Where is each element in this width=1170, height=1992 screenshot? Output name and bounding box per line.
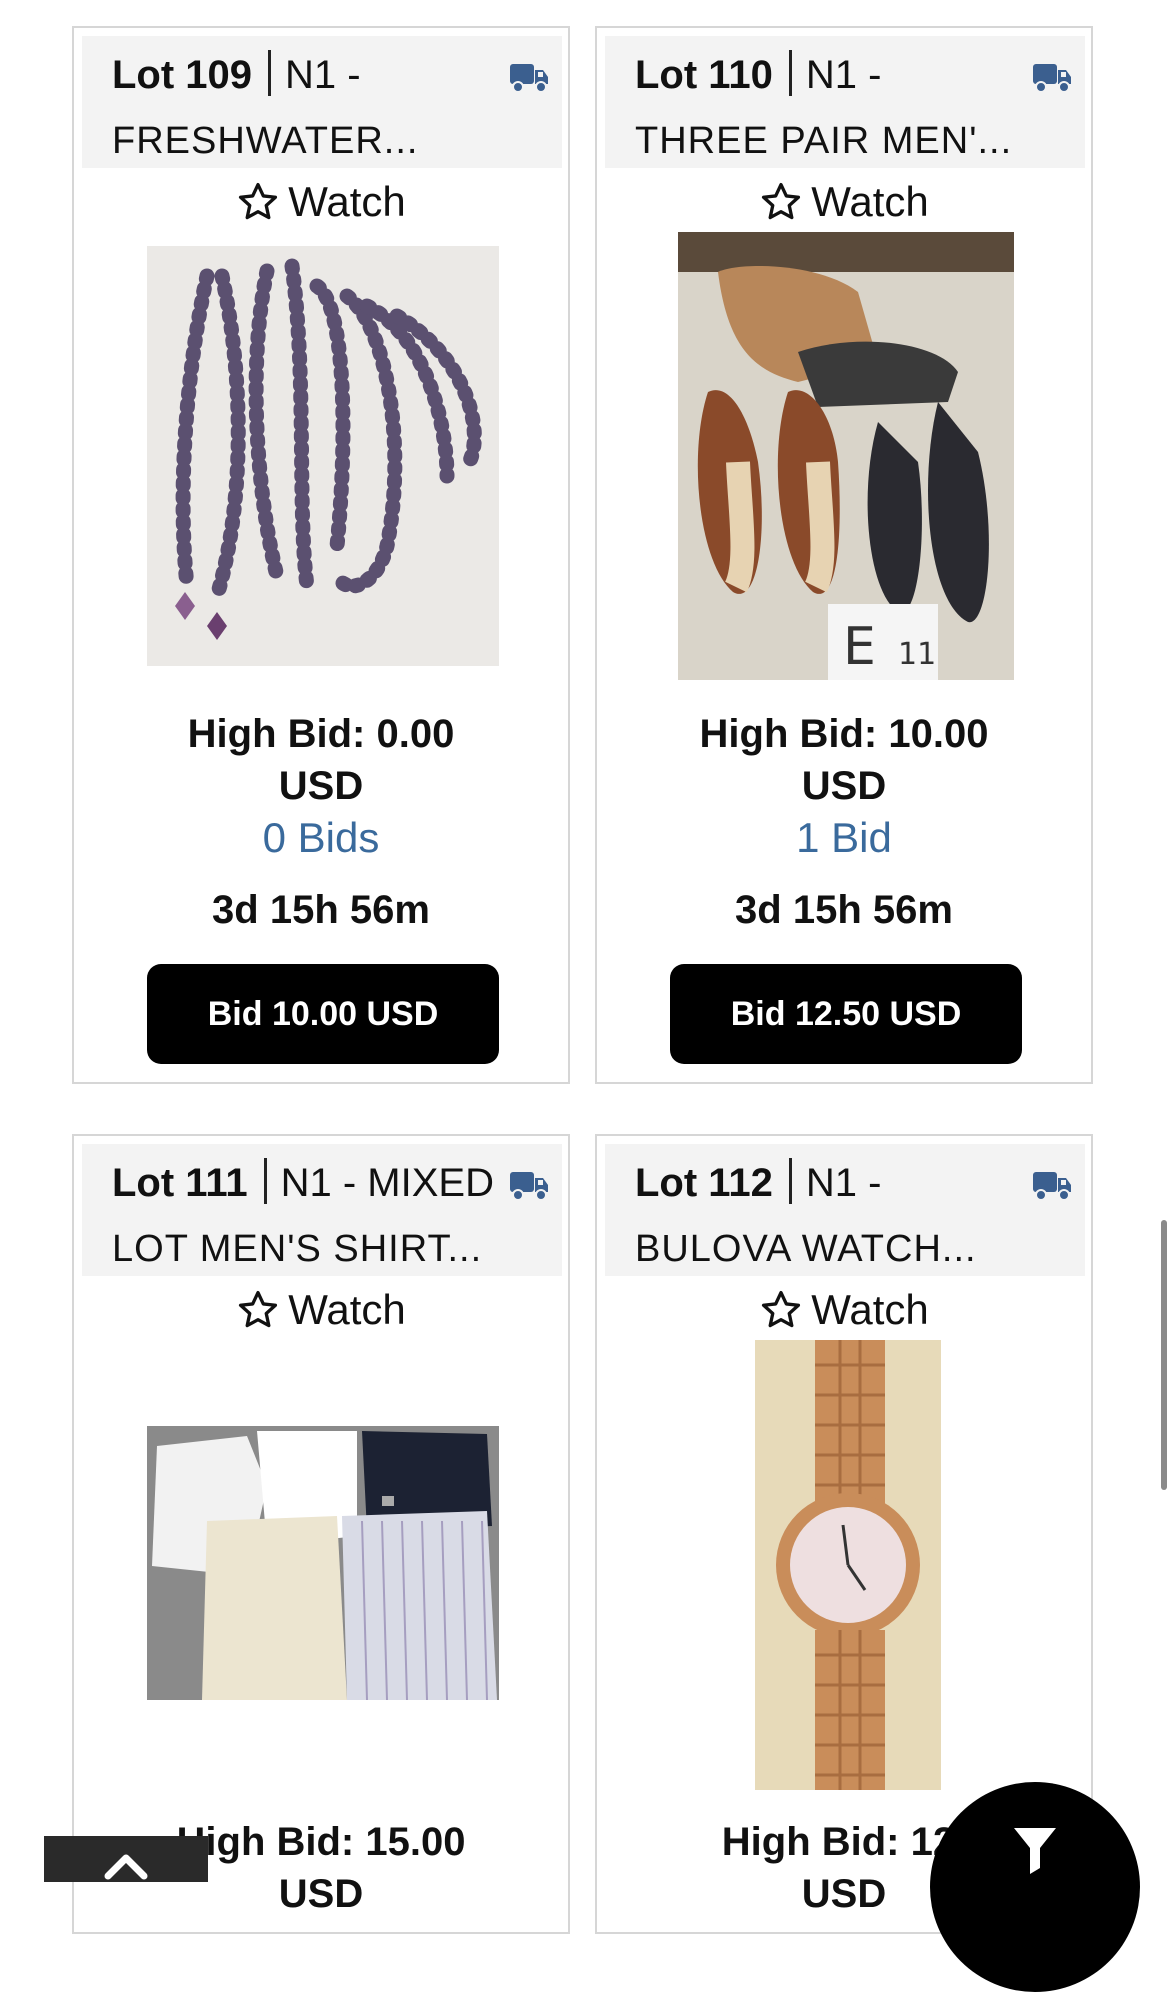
high-bid: High Bid: 0.00 USD [187, 712, 455, 808]
lot-title-line2: FRESHWATER... [112, 120, 419, 162]
time-remaining: 3d 15h 56m [735, 888, 953, 932]
divider [788, 50, 792, 96]
lot-title-line2: LOT MEN'S SHIRT... [112, 1228, 483, 1270]
lot-header[interactable]: Lot 111 N1 - MIXED LOT MEN'S SHIRT... [82, 1144, 562, 1276]
lot-card[interactable]: Lot 110 N1 - THREE PAIR MEN'... Watch E 1… [595, 26, 1093, 1084]
lot-number: Lot 110 [635, 53, 773, 97]
watch-label: Watch [811, 178, 929, 225]
divider [788, 1158, 792, 1204]
svg-text:11: 11 [898, 637, 936, 672]
watch-label: Watch [288, 178, 406, 225]
watch-label: Watch [811, 1286, 929, 1333]
lot-header[interactable]: Lot 112 N1 - BULOVA WATCH... [605, 1144, 1085, 1276]
lot-title: Lot 110 N1 - [635, 50, 881, 98]
truck-icon [1033, 1172, 1071, 1201]
divider [268, 50, 272, 96]
bid-count-link[interactable]: 0 Bids [74, 814, 568, 862]
time-remaining: 3d 15h 56m [212, 888, 430, 932]
lot-title: Lot 111 N1 - MIXED [112, 1158, 494, 1206]
svg-text:E: E [843, 617, 876, 677]
scroll-to-top-button[interactable] [44, 1836, 208, 1882]
lot-card[interactable]: Lot 109 N1 - FRESHWATER... Watch High Bi… [72, 26, 570, 1084]
lot-header[interactable]: Lot 110 N1 - THREE PAIR MEN'... [605, 36, 1085, 168]
lot-title: Lot 109 N1 - [112, 50, 361, 98]
bid-count-link[interactable]: 1 Bid [597, 814, 1091, 862]
watch-button[interactable]: Watch [597, 1286, 1091, 1334]
bid-button[interactable]: Bid 12.50 USD [670, 964, 1022, 1064]
lot-title: Lot 112 N1 - [635, 1158, 881, 1206]
watch-label: Watch [288, 1286, 406, 1333]
high-bid: High Bid: 10.00 USD [699, 712, 989, 808]
scrollbar[interactable] [1161, 1220, 1167, 1490]
filter-button[interactable] [930, 1782, 1140, 1992]
truck-icon [510, 1172, 548, 1201]
watch-button[interactable]: Watch [597, 178, 1091, 226]
star-outline-icon [762, 1290, 801, 1328]
star-outline-icon [762, 182, 801, 220]
chevron-up-icon [104, 1854, 148, 1880]
lot-title-line2: THREE PAIR MEN'... [635, 120, 1013, 162]
watch-button[interactable]: Watch [74, 178, 568, 226]
lot-header[interactable]: Lot 109 N1 - FRESHWATER... [82, 36, 562, 168]
truck-icon [510, 64, 548, 93]
lot-number: Lot 112 [635, 1161, 773, 1205]
lot-image-watch[interactable] [755, 1340, 941, 1790]
watch-button[interactable]: Watch [74, 1286, 568, 1334]
star-outline-icon [239, 182, 278, 220]
lot-card[interactable]: Lot 111 N1 - MIXED LOT MEN'S SHIRT... Wat… [72, 1134, 570, 1934]
truck-icon [1033, 64, 1071, 93]
lot-image-shirts[interactable] [147, 1426, 499, 1700]
lot-image-necklace[interactable] [147, 246, 499, 666]
bid-button[interactable]: Bid 10.00 USD [147, 964, 499, 1064]
divider [263, 1158, 267, 1204]
lot-title-line2: BULOVA WATCH... [635, 1228, 977, 1270]
filter-icon [1014, 1828, 1056, 1874]
lot-image-shoes[interactable]: E 11 [678, 232, 1014, 680]
lot-number: Lot 109 [112, 53, 253, 97]
star-outline-icon [239, 1290, 278, 1328]
lot-number: Lot 111 [112, 1161, 248, 1205]
